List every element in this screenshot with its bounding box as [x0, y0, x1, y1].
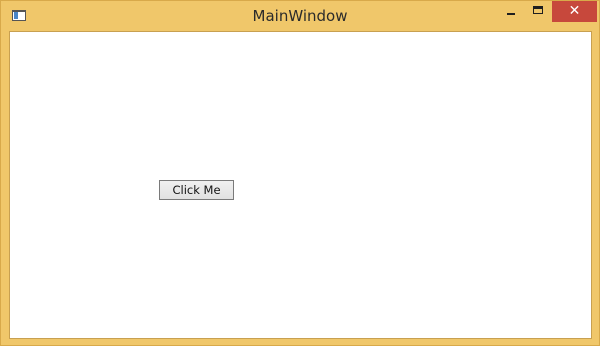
close-button[interactable]: ✕ — [552, 1, 597, 22]
maximize-icon — [533, 6, 543, 14]
main-window: MainWindow ✕ Click Me — [0, 0, 600, 346]
close-icon: ✕ — [568, 3, 581, 19]
maximize-button[interactable] — [525, 1, 551, 22]
title-bar[interactable]: MainWindow ✕ — [1, 1, 599, 31]
window-client-area: Click Me — [9, 31, 592, 339]
minimize-icon — [507, 13, 515, 15]
minimize-button[interactable] — [498, 1, 524, 22]
click-me-button[interactable]: Click Me — [159, 180, 234, 200]
